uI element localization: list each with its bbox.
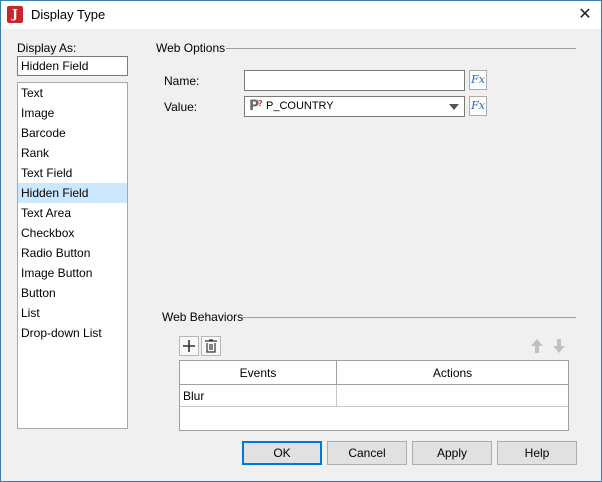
ok-button[interactable]: OK [242, 441, 322, 465]
name-input[interactable] [244, 70, 465, 91]
list-item-rank[interactable]: Rank [18, 143, 127, 163]
window-title: Display Type [31, 7, 106, 22]
list-item-hidden-field[interactable]: Hidden Field [18, 183, 127, 203]
apply-button[interactable]: Apply [412, 441, 492, 465]
list-item-text-field[interactable]: Text Field [18, 163, 127, 183]
display-as-value-text: Hidden Field [21, 59, 89, 73]
list-item-text[interactable]: Text [18, 83, 127, 103]
list-item-list[interactable]: List [18, 303, 127, 323]
display-type-list[interactable]: Text Image Barcode Rank Text Field Hidde… [17, 82, 128, 429]
chevron-down-icon[interactable] [449, 104, 459, 110]
list-item-image[interactable]: Image [18, 103, 127, 123]
arrow-up-icon [531, 339, 543, 353]
web-options-heading: Web Options [156, 41, 226, 55]
web-behaviors-divider [242, 317, 576, 318]
table-row-event-cell[interactable]: Blur [180, 385, 337, 407]
value-dropdown-text: P_COUNTRY [266, 100, 334, 112]
display-as-value-field[interactable]: Hidden Field [17, 56, 128, 76]
web-options-divider [226, 48, 576, 49]
value-dropdown[interactable]: P? P_COUNTRY [244, 96, 465, 117]
value-label: Value: [164, 100, 198, 114]
help-button[interactable]: Help [497, 441, 577, 465]
list-item-barcode[interactable]: Barcode [18, 123, 127, 143]
list-item-button[interactable]: Button [18, 283, 127, 303]
display-as-label: Display As: [17, 41, 77, 55]
column-header-events[interactable]: Events [180, 361, 337, 385]
list-item-text-area[interactable]: Text Area [18, 203, 127, 223]
plus-icon [183, 340, 195, 352]
title-bar: J Display Type ✕ [1, 1, 601, 29]
column-header-actions[interactable]: Actions [337, 361, 568, 385]
name-fx-button[interactable]: Fx [469, 70, 487, 90]
list-item-checkbox[interactable]: Checkbox [18, 223, 127, 243]
web-behaviors-table[interactable]: Events Actions Blur [179, 360, 569, 431]
close-icon[interactable]: ✕ [571, 3, 599, 27]
name-label: Name: [164, 74, 200, 88]
list-item-image-button[interactable]: Image Button [18, 263, 127, 283]
move-up-button[interactable] [528, 337, 546, 355]
trash-icon [205, 339, 217, 353]
list-item-radio-button[interactable]: Radio Button [18, 243, 127, 263]
value-fx-button[interactable]: Fx [469, 96, 487, 116]
cancel-button[interactable]: Cancel [327, 441, 407, 465]
move-down-button[interactable] [550, 337, 568, 355]
dialog-window: J Display Type ✕ Display As: Hidden Fiel… [0, 0, 602, 482]
table-row-action-cell[interactable] [337, 385, 568, 407]
add-behavior-button[interactable] [179, 336, 199, 356]
list-item-drop-down-list[interactable]: Drop-down List [18, 323, 127, 343]
delete-behavior-button[interactable] [201, 336, 221, 356]
parameter-icon: P? [249, 98, 263, 114]
arrow-down-icon [553, 339, 565, 353]
web-behaviors-heading: Web Behaviors [162, 310, 244, 324]
app-logo-icon: J [7, 6, 23, 23]
